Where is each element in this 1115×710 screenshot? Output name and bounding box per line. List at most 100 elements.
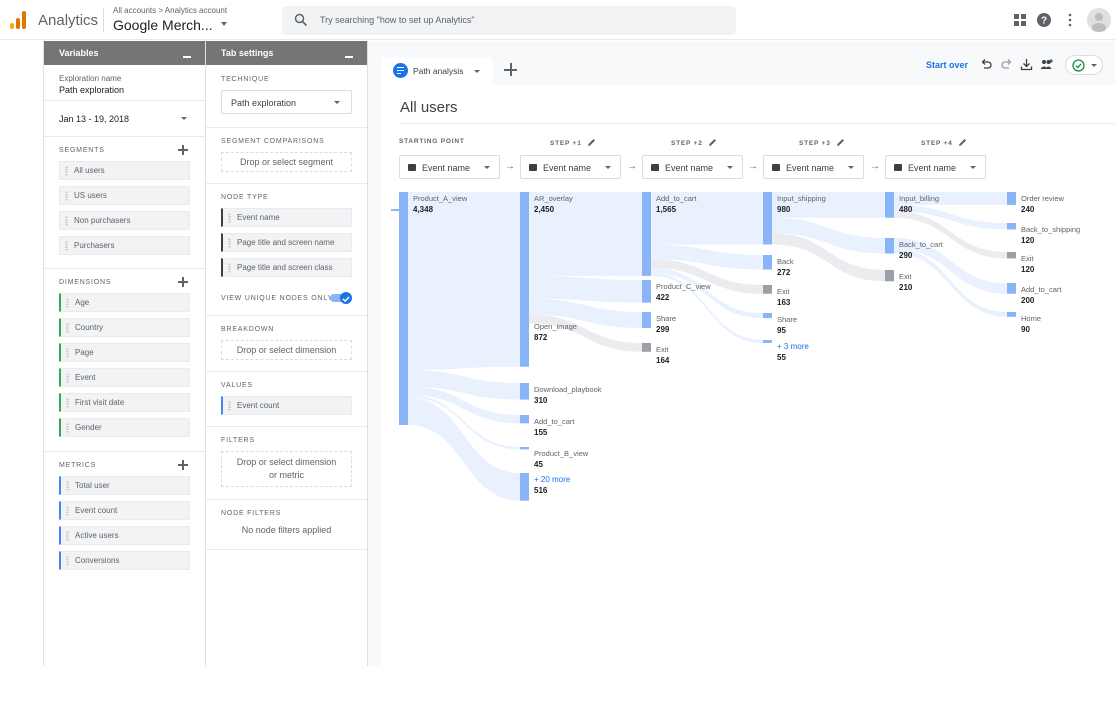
technique-select[interactable]: Path exploration: [221, 90, 352, 114]
value-chip[interactable]: Event count: [221, 396, 352, 415]
node-bar[interactable]: [885, 270, 894, 282]
flow-link[interactable]: [408, 397, 520, 501]
tab-path-analysis[interactable]: Path analysis: [381, 57, 493, 85]
node-bar[interactable]: [520, 320, 529, 367]
drag-handle-icon[interactable]: [66, 323, 69, 333]
path-node[interactable]: Home 90: [1007, 312, 1041, 334]
node-bar[interactable]: [1007, 312, 1016, 317]
exit-node[interactable]: Exit 163: [763, 285, 791, 307]
chevron-down-icon[interactable]: [474, 70, 480, 73]
metric-chip[interactable]: Conversions: [59, 551, 190, 570]
status-menu-button[interactable]: [1065, 55, 1103, 75]
drag-handle-icon[interactable]: [66, 531, 69, 541]
add-segment-icon[interactable]: [178, 145, 188, 155]
add-metric-icon[interactable]: [178, 460, 188, 470]
node-bar[interactable]: [642, 312, 651, 329]
account-selector[interactable]: Google Merch...: [113, 17, 213, 33]
help-icon[interactable]: ?: [1036, 12, 1052, 28]
segment-chip[interactable]: Non purchasers: [59, 211, 190, 230]
metric-chip[interactable]: Total user: [59, 476, 190, 495]
node-bar[interactable]: [1007, 223, 1016, 230]
account-avatar[interactable]: [1087, 8, 1111, 32]
node-bar[interactable]: [885, 238, 894, 254]
more-vert-icon[interactable]: [1062, 12, 1078, 28]
dimension-chip[interactable]: Country: [59, 318, 190, 337]
exit-node[interactable]: Exit 120: [1007, 252, 1035, 274]
node-bar[interactable]: [642, 280, 651, 303]
drag-handle-icon[interactable]: [65, 191, 68, 201]
undo-icon[interactable]: [980, 58, 993, 71]
path-node[interactable]: Product_B_view 45: [520, 447, 589, 469]
node-bar[interactable]: [885, 192, 894, 218]
node-bar[interactable]: [763, 313, 772, 319]
add-dimension-icon[interactable]: [178, 277, 188, 287]
node-bar[interactable]: [520, 473, 529, 501]
path-node[interactable]: Download_playbook 310: [520, 383, 602, 405]
path-node[interactable]: + 3 more 55: [763, 340, 809, 362]
drag-handle-icon[interactable]: [66, 481, 69, 491]
path-node[interactable]: Share 95: [763, 313, 797, 335]
node-bar[interactable]: [763, 255, 772, 270]
drag-handle-icon[interactable]: [66, 423, 69, 433]
redo-icon[interactable]: [1000, 58, 1013, 71]
drag-handle-icon[interactable]: [65, 216, 68, 226]
exploration-name-field[interactable]: Path exploration: [59, 85, 205, 95]
unique-nodes-toggle[interactable]: [330, 292, 352, 304]
drag-handle-icon[interactable]: [65, 166, 68, 176]
drag-handle-icon[interactable]: [228, 238, 231, 248]
flow-link[interactable]: [408, 320, 520, 371]
exit-node[interactable]: Exit 210: [885, 270, 913, 292]
drag-handle-icon[interactable]: [228, 213, 231, 223]
analytics-logo-icon[interactable]: [10, 11, 28, 29]
share-users-icon[interactable]: [1040, 58, 1053, 71]
segment-dropzone[interactable]: Drop or select segment: [221, 152, 352, 172]
drag-handle-icon[interactable]: [65, 241, 68, 251]
node-bar[interactable]: [763, 340, 772, 343]
metric-chip[interactable]: Event count: [59, 501, 190, 520]
node-bar[interactable]: [520, 383, 529, 400]
dimension-chip[interactable]: First visit date: [59, 393, 190, 412]
path-node[interactable]: Order review 240: [1007, 192, 1065, 214]
start-over-button[interactable]: Start over: [926, 60, 968, 70]
add-tab-icon[interactable]: [504, 63, 517, 76]
path-node[interactable]: Add_to_cart 155: [520, 415, 575, 437]
minimize-icon[interactable]: [345, 56, 353, 58]
node-bar[interactable]: [520, 192, 529, 324]
path-node[interactable]: + 20 more 516: [520, 473, 571, 501]
drag-handle-icon[interactable]: [228, 401, 231, 411]
drag-handle-icon[interactable]: [66, 556, 69, 566]
node-bar[interactable]: [642, 192, 651, 276]
path-node[interactable]: Add_to_cart 200: [1007, 283, 1062, 305]
node-type-chip[interactable]: Event name: [221, 208, 352, 227]
filters-dropzone[interactable]: Drop or select dimension or metric: [221, 451, 352, 487]
node-bar[interactable]: [763, 192, 772, 245]
drag-handle-icon[interactable]: [66, 398, 69, 408]
drag-handle-icon[interactable]: [66, 373, 69, 383]
path-node[interactable]: Back 272: [763, 255, 794, 277]
path-node[interactable]: Share 299: [642, 312, 676, 334]
node-bar[interactable]: [1007, 252, 1016, 259]
node-bar[interactable]: [642, 343, 651, 352]
node-type-chip[interactable]: Page title and screen name: [221, 233, 352, 252]
drag-handle-icon[interactable]: [66, 506, 69, 516]
segment-chip[interactable]: All users: [59, 161, 190, 180]
dimension-chip[interactable]: Age: [59, 293, 190, 312]
search-input[interactable]: Try searching "how to set up Analytics": [282, 6, 736, 35]
node-bar[interactable]: [520, 447, 529, 450]
node-type-chip[interactable]: Page title and screen class: [221, 258, 352, 277]
exit-node[interactable]: Exit 164: [642, 343, 670, 365]
breadcrumb[interactable]: All accounts > Analytics account: [113, 6, 227, 15]
drag-handle-icon[interactable]: [228, 263, 231, 273]
segment-chip[interactable]: Purchasers: [59, 236, 190, 255]
node-bar[interactable]: [399, 192, 408, 425]
drag-handle-icon[interactable]: [66, 348, 69, 358]
node-bar[interactable]: [1007, 192, 1016, 205]
date-range-picker[interactable]: Jan 13 - 19, 2018: [44, 101, 205, 137]
node-bar[interactable]: [1007, 283, 1016, 294]
node-bar[interactable]: [520, 415, 529, 424]
metric-chip[interactable]: Active users: [59, 526, 190, 545]
download-icon[interactable]: [1020, 58, 1033, 71]
drag-handle-icon[interactable]: [66, 298, 69, 308]
dimension-chip[interactable]: Gender: [59, 418, 190, 437]
apps-grid-icon[interactable]: [1012, 12, 1028, 28]
